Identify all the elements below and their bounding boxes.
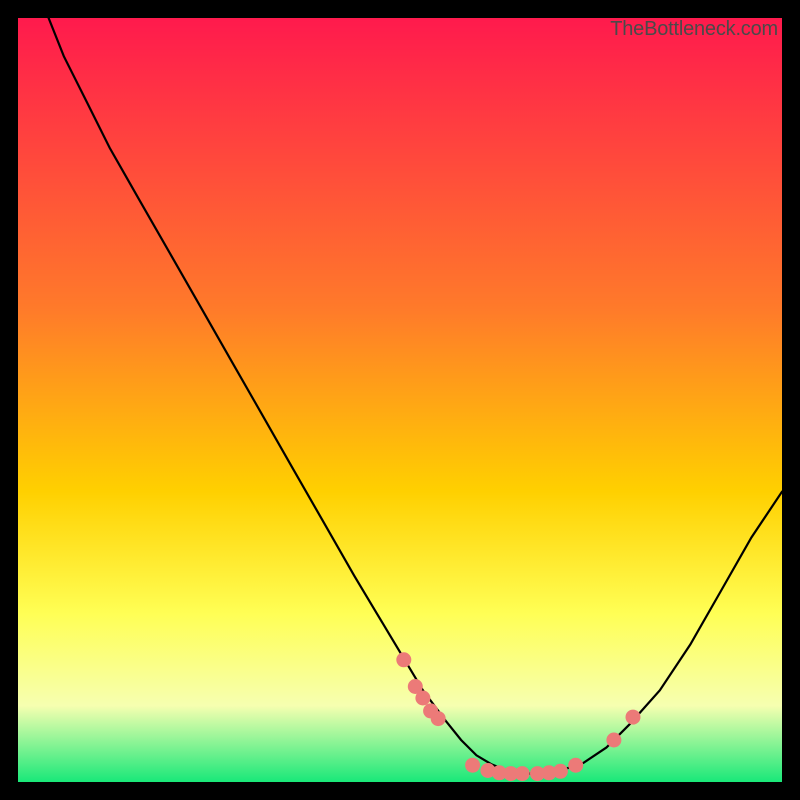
watermark-text: TheBottleneck.com [610, 18, 778, 41]
marker-dot [515, 766, 530, 781]
chart-frame: TheBottleneck.com [18, 18, 782, 782]
marker-dot [465, 758, 480, 773]
marker-dot [396, 652, 411, 667]
marker-dot [431, 711, 446, 726]
gradient-background [18, 18, 782, 782]
marker-dot [606, 733, 621, 748]
marker-dot [568, 758, 583, 773]
marker-dot [626, 710, 641, 725]
bottleneck-chart [18, 18, 782, 782]
marker-dot [553, 764, 568, 779]
marker-dot [415, 691, 430, 706]
